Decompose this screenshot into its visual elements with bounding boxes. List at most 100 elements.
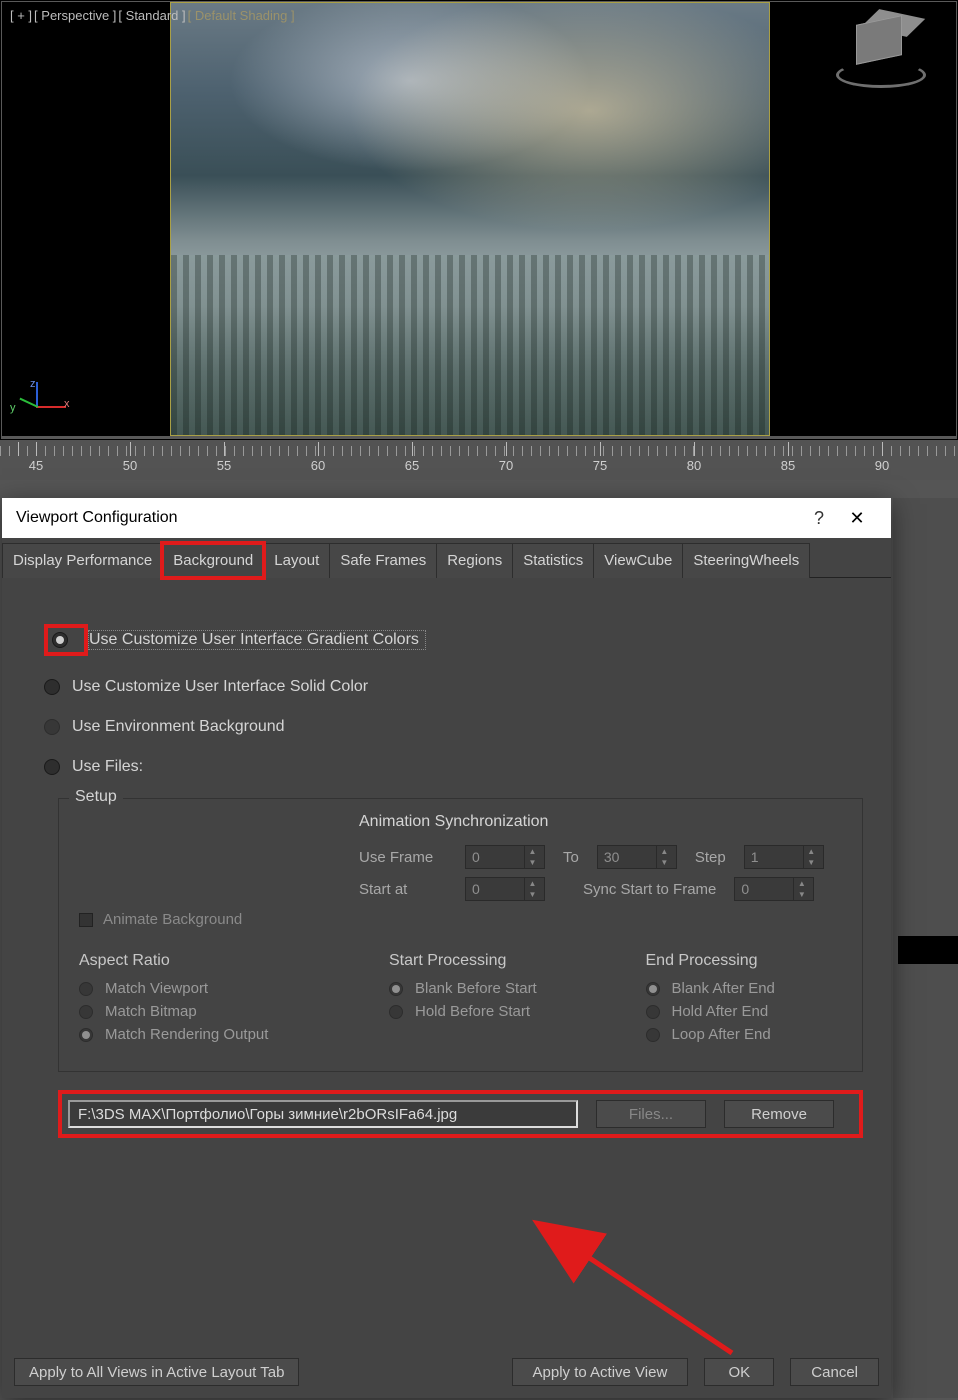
sync-start-label: Sync Start to Frame — [583, 881, 716, 898]
spinner-up-icon[interactable]: ▲ — [794, 878, 809, 889]
start-processing-title: Start Processing — [389, 952, 586, 970]
start-at-input[interactable] — [466, 881, 524, 897]
dialog-title: Viewport Configuration — [16, 509, 178, 527]
axis-gizmo: z x y — [8, 382, 68, 432]
to-input[interactable] — [598, 849, 656, 865]
spinner-down-icon[interactable]: ▼ — [657, 857, 672, 868]
close-button[interactable]: ✕ — [837, 508, 877, 529]
radio-match-render[interactable] — [79, 1028, 93, 1042]
radio-hold-after[interactable] — [646, 1005, 660, 1019]
option-use-files-label: Use Files: — [72, 758, 143, 776]
ruler-mark: 80 — [687, 458, 701, 473]
radio-solid-color[interactable] — [44, 679, 60, 695]
spinner-up-icon[interactable]: ▲ — [525, 878, 540, 889]
ruler-mark: 75 — [593, 458, 607, 473]
start-at-label: Start at — [359, 881, 447, 898]
viewport-configuration-dialog: Viewport Configuration ? ✕ Display Perfo… — [2, 498, 891, 1398]
tab-statistics[interactable]: Statistics — [512, 543, 594, 578]
match-bitmap-label: Match Bitmap — [105, 1003, 197, 1020]
ruler-mark: 65 — [405, 458, 419, 473]
radio-blank-before[interactable] — [389, 982, 403, 996]
option-environment-bg-label: Use Environment Background — [72, 718, 285, 736]
checkbox-animate-background[interactable] — [79, 913, 93, 927]
setup-group: Setup Animate Background Animation Synch… — [58, 798, 863, 1072]
help-button[interactable]: ? — [801, 508, 837, 529]
sync-start-input[interactable] — [735, 881, 793, 897]
end-processing-title: End Processing — [646, 952, 843, 970]
spinner-up-icon[interactable]: ▲ — [657, 846, 672, 857]
axis-x-label: x — [64, 398, 70, 410]
viewport-menu-plus[interactable]: [ + ] — [10, 8, 32, 23]
tab-display-performance[interactable]: Display Performance — [2, 543, 163, 578]
spinner-down-icon[interactable]: ▼ — [804, 857, 819, 868]
viewport-menu-shading[interactable]: [ Default Shading ] — [188, 8, 295, 23]
tab-layout[interactable]: Layout — [263, 543, 330, 578]
viewport-background-image — [170, 2, 770, 436]
viewcube-gizmo[interactable] — [836, 20, 926, 100]
option-solid-color-label: Use Customize User Interface Solid Color — [72, 678, 368, 696]
sync-start-spinner[interactable]: ▲▼ — [734, 877, 814, 901]
match-render-label: Match Rendering Output — [105, 1026, 268, 1043]
blank-after-label: Blank After End — [672, 980, 775, 997]
apply-all-views-button[interactable]: Apply to All Views in Active Layout Tab — [14, 1358, 299, 1386]
viewport-area: [ + ] [ Perspective ] [ Standard ] [ Def… — [0, 0, 958, 440]
viewport-menu-view[interactable]: [ Perspective ] — [34, 8, 116, 23]
hold-after-label: Hold After End — [672, 1003, 769, 1020]
remove-button[interactable]: Remove — [724, 1100, 834, 1128]
ruler-mark: 90 — [875, 458, 889, 473]
radio-hold-before[interactable] — [389, 1005, 403, 1019]
radio-use-files[interactable] — [44, 759, 60, 775]
blank-before-label: Blank Before Start — [415, 980, 537, 997]
option-gradient-colors-label: Use Customize User Interface Gradient Co… — [88, 630, 426, 650]
axis-z-label: z — [30, 378, 36, 390]
files-button[interactable]: Files... — [596, 1100, 706, 1128]
step-input[interactable] — [745, 849, 803, 865]
radio-gradient-colors[interactable] — [52, 632, 68, 648]
use-frame-label: Use Frame — [359, 849, 447, 866]
to-label: To — [563, 849, 579, 866]
radio-environment-bg[interactable] — [44, 719, 60, 735]
tab-steeringwheels[interactable]: SteeringWheels — [682, 543, 810, 578]
tab-bar: Display PerformanceBackgroundLayoutSafe … — [2, 538, 891, 578]
ruler-mark: 70 — [499, 458, 513, 473]
ruler-mark: 60 — [311, 458, 325, 473]
setup-group-label: Setup — [69, 788, 123, 806]
axis-y-label: y — [10, 402, 16, 414]
spinner-down-icon[interactable]: ▼ — [794, 889, 809, 900]
tab-regions[interactable]: Regions — [436, 543, 513, 578]
to-spinner[interactable]: ▲▼ — [597, 845, 677, 869]
tab-viewcube[interactable]: ViewCube — [593, 543, 683, 578]
tab-safe-frames[interactable]: Safe Frames — [329, 543, 437, 578]
use-frame-spinner[interactable]: ▲▼ — [465, 845, 545, 869]
hold-before-label: Hold Before Start — [415, 1003, 530, 1020]
spinner-down-icon[interactable]: ▼ — [525, 857, 540, 868]
start-at-spinner[interactable]: ▲▼ — [465, 877, 545, 901]
highlight-gradient-radio — [44, 624, 88, 656]
time-ruler[interactable]: 45505560657075808590 — [0, 440, 958, 480]
radio-match-viewport[interactable] — [79, 982, 93, 996]
ruler-mark: 45 — [29, 458, 43, 473]
apply-active-view-button[interactable]: Apply to Active View — [512, 1358, 689, 1386]
spinner-down-icon[interactable]: ▼ — [525, 889, 540, 900]
ruler-mark: 55 — [217, 458, 231, 473]
annotation-arrow — [562, 1243, 782, 1353]
highlight-file-row: F:\3DS MAX\Портфолио\Горы зимние\r2bORsI… — [58, 1090, 863, 1138]
use-frame-input[interactable] — [466, 849, 524, 865]
loop-after-label: Loop After End — [672, 1026, 771, 1043]
match-viewport-label: Match Viewport — [105, 980, 208, 997]
ruler-mark: 85 — [781, 458, 795, 473]
viewport-menu-mode[interactable]: [ Standard ] — [118, 8, 185, 23]
radio-match-bitmap[interactable] — [79, 1005, 93, 1019]
animation-sync-label: Animation Synchronization — [359, 813, 842, 831]
radio-blank-after[interactable] — [646, 982, 660, 996]
radio-loop-after[interactable] — [646, 1028, 660, 1042]
ok-button[interactable]: OK — [704, 1358, 774, 1386]
spinner-up-icon[interactable]: ▲ — [525, 846, 540, 857]
tab-background[interactable]: Background — [162, 543, 264, 578]
file-path-input[interactable]: F:\3DS MAX\Портфолио\Горы зимние\r2bORsI… — [68, 1100, 578, 1128]
spinner-up-icon[interactable]: ▲ — [804, 846, 819, 857]
step-label: Step — [695, 849, 726, 866]
step-spinner[interactable]: ▲▼ — [744, 845, 824, 869]
cancel-button[interactable]: Cancel — [790, 1358, 879, 1386]
aspect-ratio-title: Aspect Ratio — [79, 952, 329, 970]
